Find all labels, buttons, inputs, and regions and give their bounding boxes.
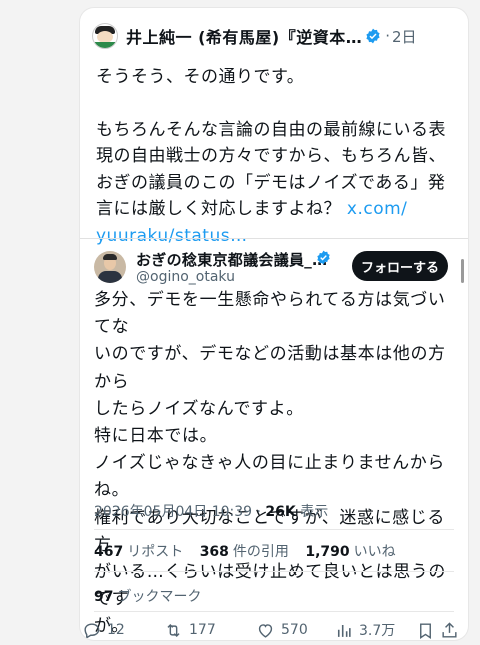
divider	[94, 611, 454, 612]
bookmark-action[interactable]	[416, 619, 441, 640]
share-action[interactable]	[440, 619, 465, 640]
engagement-stats: 467 リポスト 368 件の引用 1,790 いいね	[94, 541, 408, 561]
repost-action[interactable]: 177	[164, 619, 216, 640]
meta-dot: ·	[256, 504, 261, 520]
repost-icon	[167, 623, 180, 637]
reply-action[interactable]: 12	[80, 619, 125, 640]
views-label: 表示	[300, 504, 329, 520]
post-metadata: 2026年05月04日 10:39 · 26K 表示	[94, 501, 328, 521]
embedded-tweet[interactable]: おぎの稔東京都議会議員_… @ogino_otaku フォローする 多分、デモを…	[80, 238, 468, 640]
quote-line: 現の自由戦士の方々ですから、もちろん皆、	[96, 146, 446, 166]
embedded-line: ノイズじゃなきゃ人の目に止まりませんからね。	[94, 453, 445, 501]
divider	[94, 571, 454, 572]
bookmarks-label: ブックマーク	[117, 589, 202, 605]
action-bar: 12 177 570 3.7万	[80, 619, 468, 640]
embedded-line: したらノイズなんですよ。	[94, 398, 304, 419]
quotes-count: 368	[199, 544, 229, 560]
embedded-line: いのですが、デモなどの活動は基本は他の方から	[94, 344, 446, 392]
quote-line: もちろんそんな言論の自由の最前線にいる表	[96, 119, 446, 140]
verified-badge-icon	[366, 28, 380, 44]
quote-line: おぎの議員のこの「デモはノイズである」発	[96, 172, 446, 193]
like-action[interactable]: 570	[256, 619, 308, 640]
post-datetime[interactable]: 2026年05月04日 10:39	[94, 504, 252, 520]
status-link[interactable]: x.com/	[347, 199, 408, 219]
quote-line-text: 言には厳しく対応しますよね？	[96, 199, 347, 219]
embedded-line: 特に日本では。	[94, 426, 218, 447]
share-icon	[442, 621, 457, 638]
reposts-count: 467	[94, 544, 124, 560]
quote-paragraph: そうそう、その通りです。	[96, 67, 305, 87]
embedded-author-name[interactable]: おぎの稔東京都議会議員_…	[136, 249, 327, 270]
heart-icon	[258, 623, 273, 638]
likes-count: 1,790	[305, 544, 350, 560]
embedded-author-avatar[interactable]	[94, 251, 126, 283]
reply-count: 12	[107, 622, 125, 638]
views-action-count: 3.7万	[359, 623, 396, 639]
quote-tweet-card[interactable]: 井上純一 (希有馬屋)『逆資本… · 2日 そうそう、その通りです。 もちろんそ…	[80, 8, 468, 640]
like-count: 570	[281, 622, 308, 638]
embedded-header: おぎの稔東京都議会議員_… @ogino_otaku フォローする	[94, 249, 458, 289]
repost-count: 177	[189, 622, 216, 638]
reposts-label: リポスト	[127, 544, 184, 560]
quote-line: 言には厳しく対応しますよね？ x.com/	[96, 196, 456, 223]
likes-label: いいね	[353, 544, 396, 560]
views-count: 26K	[265, 504, 296, 520]
embedded-author-handle[interactable]: @ogino_otaku	[136, 269, 235, 285]
follow-button[interactable]: フォローする	[352, 251, 448, 281]
post-time[interactable]: 2日	[392, 26, 417, 47]
analytics-icon	[337, 624, 351, 637]
embedded-line: 多分、デモを一生懸命やられてる方は気づいてな	[94, 290, 446, 338]
quote-header: 井上純一 (希有馬屋)『逆資本… · 2日	[92, 22, 456, 50]
quote-text: そうそう、その通りです。 もちろんそんな言論の自由の最前線にいる表 現の自由戦士…	[96, 64, 456, 249]
scrollbar-thumb[interactable]	[461, 259, 464, 283]
author-avatar[interactable]	[92, 23, 118, 49]
quotes-label: 件の引用	[232, 544, 289, 560]
views-action[interactable]: 3.7万	[334, 619, 395, 640]
reply-icon	[84, 622, 100, 639]
bookmarks-stat[interactable]: 97 ブックマーク	[94, 586, 201, 606]
quotes-stat[interactable]: 368 件の引用	[200, 544, 289, 560]
likes-stat[interactable]: 1,790 いいね	[305, 544, 395, 560]
verified-badge-icon	[317, 250, 330, 265]
divider	[94, 529, 454, 530]
reposts-stat[interactable]: 467 リポスト	[94, 544, 183, 560]
author-name[interactable]: 井上純一 (希有馬屋)『逆資本…	[126, 24, 362, 48]
separator-dot: ·	[385, 27, 390, 45]
bookmark-icon	[420, 622, 431, 639]
bookmarks-count: 97	[94, 589, 114, 605]
